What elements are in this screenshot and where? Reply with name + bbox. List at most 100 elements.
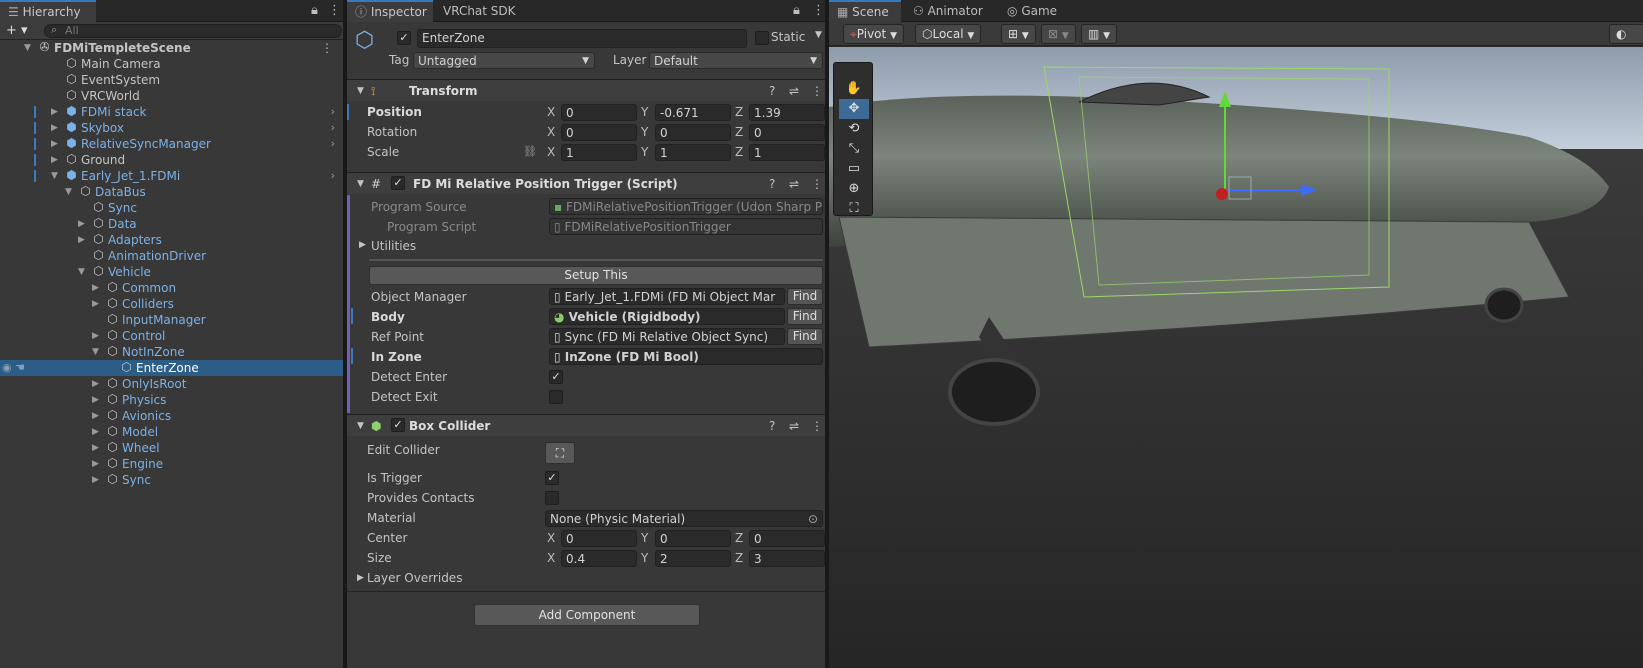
help-icon[interactable]: ? (769, 415, 775, 437)
fold-toggle-icon[interactable]: ▶ (51, 136, 58, 152)
axis-label[interactable]: Z (735, 125, 743, 139)
fold-toggle-icon[interactable]: ▶ (92, 392, 99, 408)
provides-contacts-checkbox[interactable] (545, 491, 559, 505)
axis-label[interactable]: Z (735, 531, 743, 545)
fold-toggle-icon[interactable]: ▼ (24, 40, 31, 56)
open-prefab-icon[interactable]: › (331, 136, 335, 152)
hierarchy-row[interactable]: ▶ ⬡ Physics (0, 392, 343, 408)
hierarchy-row[interactable]: ▼ ⬡ DataBus (0, 184, 343, 200)
scale-y-field[interactable]: 1 (655, 144, 731, 161)
open-prefab-icon[interactable]: › (331, 120, 335, 136)
hierarchy-row[interactable]: ⬡ EnterZone (0, 360, 343, 376)
tab-animator[interactable]: ⚇ Animator (905, 0, 991, 22)
hierarchy-row[interactable]: ▶ ⬡ OnlyIsRoot (0, 376, 343, 392)
fold-toggle-icon[interactable]: ▶ (92, 456, 99, 472)
axis-label[interactable]: Z (735, 105, 743, 119)
fold-toggle-icon[interactable]: ▼ (65, 184, 72, 200)
preset-icon[interactable]: ⇌ (789, 80, 799, 102)
tab-inspector[interactable]: ⓘ Inspector (347, 0, 433, 22)
size-y-field[interactable]: 2 (655, 550, 731, 567)
axis-label[interactable]: Y (641, 531, 648, 545)
box-collider-header[interactable]: ▼ ⬢ ✓ Box Collider ? ⇌ ⋮ (347, 414, 825, 436)
axis-label[interactable]: Z (735, 145, 743, 159)
open-prefab-icon[interactable]: › (331, 104, 335, 120)
static-checkbox[interactable] (755, 31, 769, 45)
hierarchy-row[interactable]: ⬡ Main Camera (0, 56, 343, 72)
hierarchy-row[interactable]: ▶ ⬢ Skybox › (0, 120, 343, 136)
hand-tool-icon[interactable]: ✋ (839, 79, 869, 99)
find-object-manager-button[interactable]: Find (787, 288, 823, 305)
script-header[interactable]: ▼ # ✓ FD Mi Relative Position Trigger (S… (347, 172, 825, 194)
axis-label[interactable]: Y (641, 551, 648, 565)
fold-toggle-icon[interactable]: ▼ (51, 168, 58, 184)
axis-label[interactable]: X (547, 145, 555, 159)
rotation-z-field[interactable]: 0 (749, 124, 825, 141)
tag-dropdown[interactable]: Untagged ▼ (413, 52, 595, 69)
tab-game[interactable]: ◎ Game (999, 0, 1065, 22)
script-enabled-checkbox[interactable]: ✓ (391, 176, 405, 190)
fold-toggle-icon[interactable]: ▶ (51, 104, 58, 120)
hierarchy-row[interactable]: ▼ ✇ FDMiTempleteScene ⋮ (0, 40, 343, 56)
help-icon[interactable]: ? (769, 173, 775, 195)
material-field[interactable]: None (Physic Material) ⊙ (545, 510, 823, 527)
hierarchy-row[interactable]: ▶ ⬡ Ground (0, 152, 343, 168)
preset-icon[interactable]: ⇌ (789, 415, 799, 437)
object-picker-icon[interactable]: ⊙ (808, 511, 818, 526)
lock-icon[interactable]: 🔒︎ (793, 0, 800, 22)
utilities-fold-icon[interactable]: ▶ (359, 240, 366, 250)
hierarchy-row[interactable]: ▶ ⬡ Engine (0, 456, 343, 472)
in-zone-field[interactable]: ▯ InZone (FD Mi Bool) (549, 348, 823, 365)
active-checkbox[interactable]: ✓ (397, 31, 411, 45)
preset-icon[interactable]: ⇌ (789, 173, 799, 195)
scene-menu-icon[interactable]: ⋮ (321, 40, 333, 56)
axis-label[interactable]: X (547, 531, 555, 545)
layer-overrides-fold-icon[interactable]: ▶ (357, 573, 364, 583)
scene-view-options-button[interactable]: ◐ (1609, 24, 1643, 44)
ref-point-field[interactable]: ▯ Sync (FD Mi Relative Object Sync) (549, 328, 785, 345)
custom-tool-icon[interactable]: ⛶ (839, 199, 869, 219)
axis-label[interactable]: X (547, 551, 555, 565)
object-name-input[interactable]: EnterZone (417, 29, 747, 48)
pivot-dropdown[interactable]: ⌖Pivot ▼ (843, 24, 904, 44)
find-ref-point-button[interactable]: Find (787, 328, 823, 345)
hierarchy-row[interactable]: ▶ ⬡ Common (0, 280, 343, 296)
tab-hierarchy[interactable]: ☰ Hierarchy (0, 0, 96, 22)
fold-toggle-icon[interactable]: ▶ (78, 216, 85, 232)
object-manager-field[interactable]: ▯ Early_Jet_1.FDMi (FD Mi Object Mar (549, 288, 785, 305)
local-dropdown[interactable]: ⬡Local ▼ (915, 24, 982, 44)
fold-icon[interactable]: ▼ (357, 80, 364, 102)
hierarchy-row[interactable]: ⬡ VRCWorld (0, 88, 343, 104)
rotate-tool-icon[interactable]: ⟲ (839, 119, 869, 139)
rect-tool-icon[interactable]: ▭ (839, 159, 869, 179)
component-menu-icon[interactable]: ⋮ (811, 415, 823, 437)
snap-increment-button[interactable]: ⊠ ▼ (1041, 24, 1076, 44)
search-input[interactable]: All (65, 24, 79, 37)
fold-toggle-icon[interactable]: ▶ (92, 280, 99, 296)
fold-toggle-icon[interactable]: ▶ (92, 376, 99, 392)
hierarchy-row[interactable]: ▼ ⬡ Vehicle (0, 264, 343, 280)
position-z-field[interactable]: 1.39 (749, 104, 825, 121)
fold-toggle-icon[interactable]: ▶ (92, 328, 99, 344)
search-field[interactable]: ⌕ All (44, 23, 342, 38)
fold-toggle-icon[interactable]: ▶ (92, 440, 99, 456)
axis-label[interactable]: Y (641, 105, 648, 119)
fold-toggle-icon[interactable]: ▶ (92, 296, 99, 312)
scale-tool-icon[interactable]: ⤡ (839, 139, 869, 159)
fold-toggle-icon[interactable]: ▼ (78, 264, 85, 280)
help-icon[interactable]: ? (769, 80, 775, 102)
size-z-field[interactable]: 3 (749, 550, 825, 567)
grid-snap-button[interactable]: ⊞ ▼ (1001, 24, 1036, 44)
static-dropdown-icon[interactable]: ▼ (815, 30, 822, 40)
rotation-y-field[interactable]: 0 (655, 124, 731, 141)
edit-collider-button[interactable]: ⛶ (545, 442, 575, 464)
hierarchy-row[interactable]: ▶ ⬡ Colliders (0, 296, 343, 312)
layer-dropdown[interactable]: Default ▼ (649, 52, 823, 69)
menu-icon[interactable]: ⋮ (812, 0, 825, 22)
transform-tool-icon[interactable]: ⊕ (839, 179, 869, 199)
component-menu-icon[interactable]: ⋮ (811, 173, 823, 195)
fold-toggle-icon[interactable]: ▶ (92, 472, 99, 488)
open-prefab-icon[interactable]: › (331, 168, 335, 184)
axis-label[interactable]: X (547, 125, 555, 139)
fold-icon[interactable]: ▼ (357, 173, 364, 195)
fold-toggle-icon[interactable]: ▶ (78, 232, 85, 248)
